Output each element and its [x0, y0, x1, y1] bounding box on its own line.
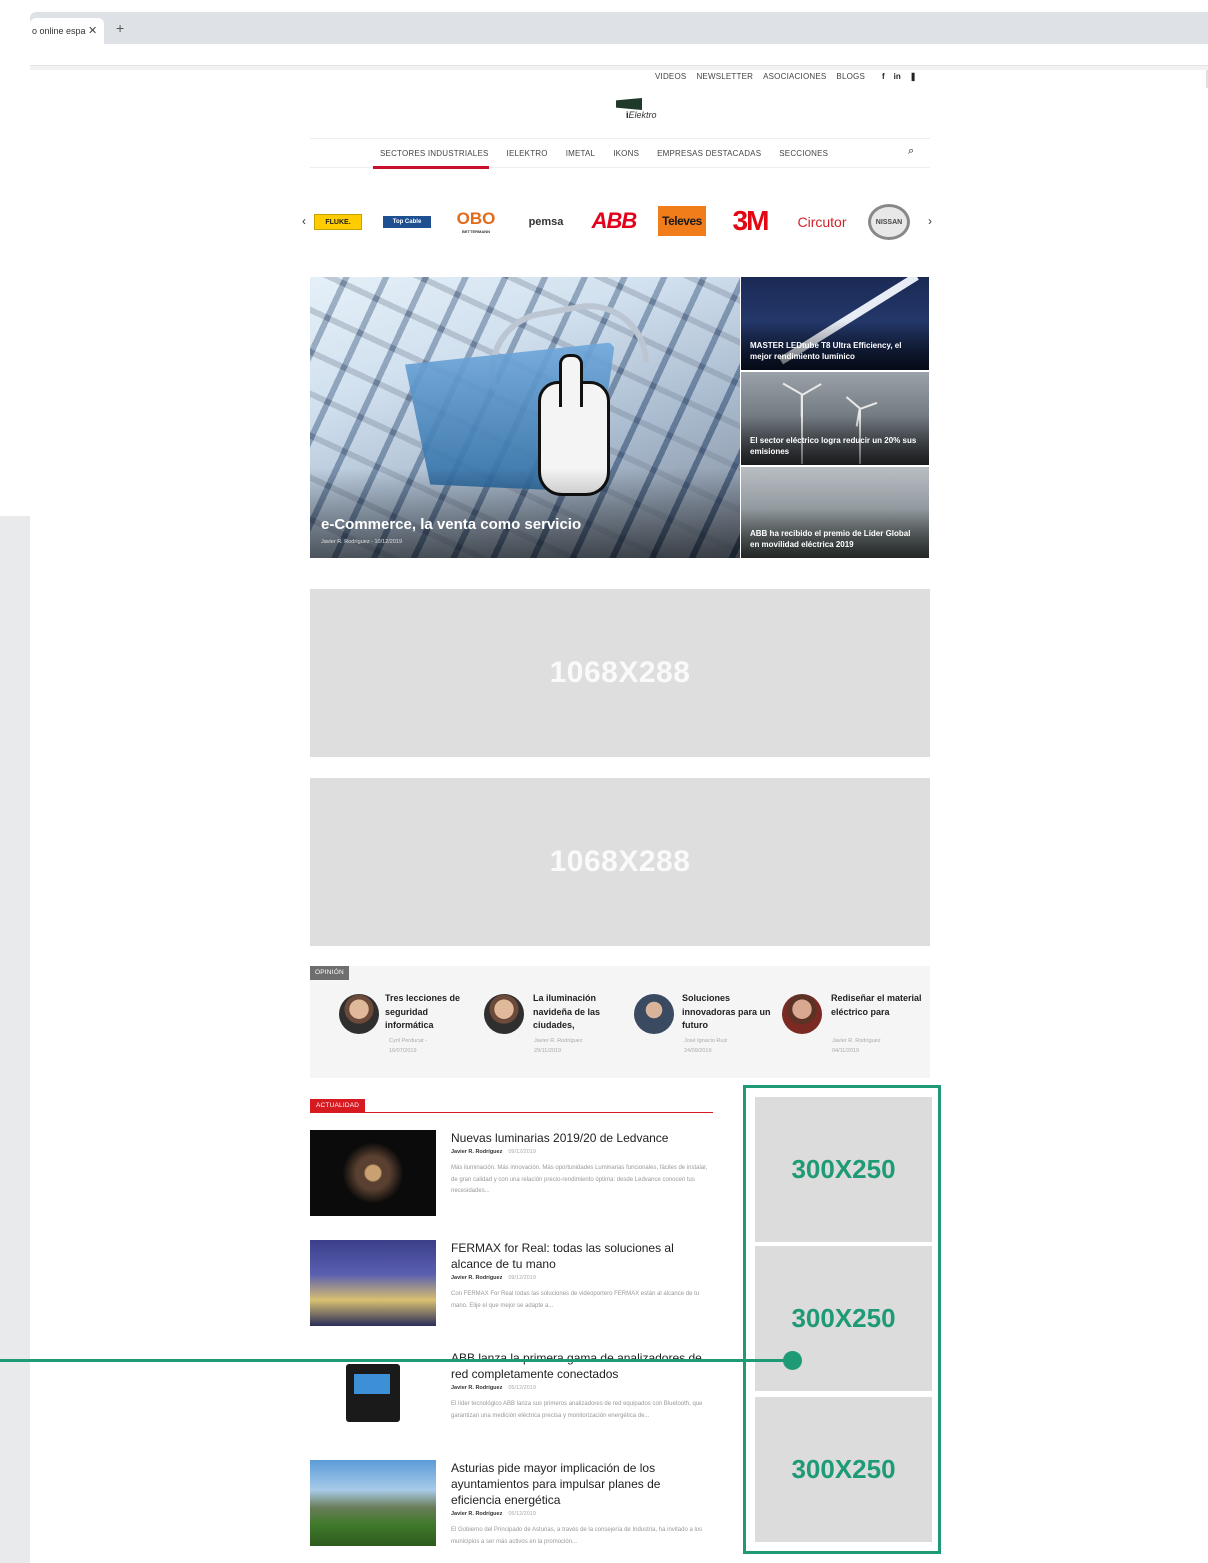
- side-article-1[interactable]: MASTER LEDtube T8 Ultra Efficiency, el m…: [741, 277, 929, 370]
- opinion-item[interactable]: Soluciones innovadoras para un futuro Jo…: [634, 992, 774, 1072]
- news-image[interactable]: [310, 1130, 436, 1216]
- linkedin-icon[interactable]: in: [894, 72, 901, 81]
- search-icon[interactable]: ⌕: [908, 145, 914, 158]
- side-article-title[interactable]: El sector eléctrico logra reducir un 20%…: [750, 436, 922, 457]
- hero-article[interactable]: e-Commerce, la venta como servicio Javie…: [310, 277, 740, 558]
- news-meta: Javier R. Rodríguez 09/12/2019: [451, 1149, 536, 1155]
- news-title[interactable]: Nuevas luminarias 2019/20 de Ledvance: [451, 1130, 713, 1146]
- address-bar[interactable]: [30, 44, 1208, 66]
- hero-meta: Javier R. Rodríguez - 10/12/2019: [321, 539, 403, 545]
- opinion-title[interactable]: Soluciones innovadoras para un futuro: [682, 992, 774, 1033]
- social-links: f in ❚: [882, 72, 916, 81]
- nav-ikons[interactable]: IKONS: [613, 149, 639, 158]
- news-desc: El líder tecnológico ABB lanza sus prime…: [451, 1401, 703, 1419]
- brand-televes[interactable]: Televes: [658, 206, 706, 236]
- close-icon[interactable]: ✕: [88, 24, 97, 37]
- opinion-item[interactable]: La iluminación navideña de las ciudades,…: [484, 992, 624, 1072]
- bookmark-bar: [30, 66, 1208, 70]
- chevron-left-icon[interactable]: ‹: [302, 214, 306, 228]
- actualidad-divider: [310, 1112, 713, 1113]
- brand-fluke[interactable]: FLUKE.: [314, 214, 362, 230]
- annotation-connector-dot: [783, 1351, 802, 1370]
- news-title[interactable]: Asturias pide mayor implicación de los a…: [451, 1460, 713, 1508]
- brand-nissan[interactable]: NISSAN: [868, 204, 910, 240]
- brand-carousel: ‹ FLUKE. Top Cable OBO BETTERMANN pemsa …: [300, 202, 940, 242]
- side-article-2[interactable]: El sector eléctrico logra reducir un 20%…: [741, 372, 929, 465]
- opinion-title[interactable]: La iluminación navideña de las ciudades,: [533, 992, 625, 1033]
- ad-box-2[interactable]: 300X250: [755, 1246, 932, 1391]
- nav-sectores-industriales[interactable]: SECTORES INDUSTRIALES: [380, 149, 489, 158]
- opinion-tag: OPINIÓN: [310, 966, 349, 980]
- news-meta: Javier R. Rodríguez 05/12/2019: [451, 1385, 536, 1391]
- link-asociaciones[interactable]: ASOCIACIONES: [763, 72, 826, 81]
- nav-active-indicator: [373, 166, 489, 169]
- brand-circutor[interactable]: Circutor: [792, 212, 852, 232]
- news-title[interactable]: FERMAX for Real: todas las soluciones al…: [451, 1240, 713, 1272]
- logo-text: iElektro: [626, 110, 657, 120]
- chevron-right-icon[interactable]: ›: [928, 214, 932, 228]
- brand-obo-name: OBO: [456, 208, 496, 228]
- nav-ielektro[interactable]: IELEKTRO: [507, 149, 548, 158]
- news-desc: Con FERMAX For Real todas las soluciones…: [451, 1291, 700, 1309]
- annotation-connector-line: [0, 1359, 792, 1362]
- avatar: [782, 994, 822, 1034]
- brand-pemsa[interactable]: pemsa: [518, 214, 574, 230]
- news-meta: Javier R. Rodríguez 05/12/2019: [451, 1511, 536, 1517]
- ad-banner-wide-2[interactable]: 1068X288: [310, 778, 930, 946]
- browser-tab[interactable]: o online espa ✕: [30, 18, 104, 44]
- opinion-item[interactable]: Tres lecciones de seguridad informática …: [339, 992, 479, 1072]
- brand-top-cable[interactable]: Top Cable: [383, 216, 431, 228]
- link-blogs[interactable]: BLOGS: [836, 72, 865, 81]
- top-links: VIDEOS NEWSLETTER ASOCIACIONES BLOGS: [655, 72, 865, 81]
- news-meta: Javier R. Rodríguez 09/12/2019: [451, 1275, 536, 1281]
- opinion-meta: Javier R. Rodríguez 29/11/2019: [534, 1038, 583, 1054]
- facebook-icon[interactable]: f: [882, 72, 885, 81]
- nav-empresas-destacadas[interactable]: EMPRESAS DESTACADAS: [657, 149, 761, 158]
- actualidad-tag: ACTUALIDAD: [310, 1099, 366, 1113]
- opinion-title[interactable]: Rediseñar el material eléctrico para: [831, 992, 923, 1019]
- opinion-meta: Javier R. Rodríguez 04/11/2019: [832, 1038, 881, 1054]
- opinion-item[interactable]: Rediseñar el material eléctrico para Jav…: [782, 992, 922, 1072]
- main-nav: SECTORES INDUSTRIALES IELEKTRO IMETAL IK…: [310, 138, 930, 169]
- brand-3m[interactable]: 3M: [724, 205, 776, 236]
- site-logo[interactable]: iElektro: [616, 98, 676, 122]
- link-videos[interactable]: VIDEOS: [655, 72, 686, 81]
- news-image[interactable]: [310, 1240, 436, 1326]
- background-panel: [0, 516, 30, 1563]
- hero-title[interactable]: e-Commerce, la venta como servicio: [321, 516, 581, 533]
- news-desc: El Gobierno del Principado de Asturias, …: [451, 1527, 703, 1545]
- twitter-icon[interactable]: ❚: [910, 72, 917, 81]
- avatar: [339, 994, 379, 1034]
- news-image[interactable]: [310, 1460, 436, 1546]
- ad-box-3[interactable]: 300X250: [755, 1397, 932, 1542]
- browser-tab-title: o online espa: [32, 26, 86, 36]
- new-tab-button[interactable]: +: [116, 20, 124, 36]
- news-image[interactable]: [310, 1350, 436, 1436]
- news-desc: Más iluminación. Más innovación. Más opo…: [451, 1165, 708, 1194]
- side-article-title[interactable]: MASTER LEDtube T8 Ultra Efficiency, el m…: [750, 341, 922, 362]
- nav-secciones[interactable]: SECCIONES: [779, 149, 828, 158]
- opinion-meta: Cyril Perducat -16/07/2019: [389, 1038, 427, 1054]
- ad-banner-wide-1[interactable]: 1068X288: [310, 589, 930, 757]
- news-title[interactable]: ABB lanza la primera gama de analizadore…: [451, 1350, 713, 1382]
- nav-imetal[interactable]: IMETAL: [566, 149, 596, 158]
- brand-obo[interactable]: OBO BETTERMANN: [452, 206, 500, 236]
- side-article-title[interactable]: ABB ha recibido el premio de Líder Globa…: [750, 529, 922, 550]
- brand-obo-sub: BETTERMANN: [462, 228, 490, 234]
- browser-tab-bar: o online espa ✕ +: [30, 12, 1208, 44]
- opinion-section: OPINIÓN Tres lecciones de seguridad info…: [310, 966, 930, 1078]
- ad-box-1[interactable]: 300X250: [755, 1097, 932, 1242]
- opinion-title[interactable]: Tres lecciones de seguridad informática: [385, 992, 477, 1033]
- link-newsletter[interactable]: NEWSLETTER: [696, 72, 753, 81]
- avatar: [634, 994, 674, 1034]
- opinion-meta: José Ignacio Ruiz 24/09/2019: [684, 1038, 728, 1054]
- ad-column-highlight: 300X250 300X250 300X250: [743, 1085, 941, 1554]
- avatar: [484, 994, 524, 1034]
- logo-mark-icon: [616, 98, 642, 110]
- side-article-3[interactable]: ABB ha recibido el premio de Líder Globa…: [741, 467, 929, 558]
- brand-abb[interactable]: ABB: [588, 208, 640, 234]
